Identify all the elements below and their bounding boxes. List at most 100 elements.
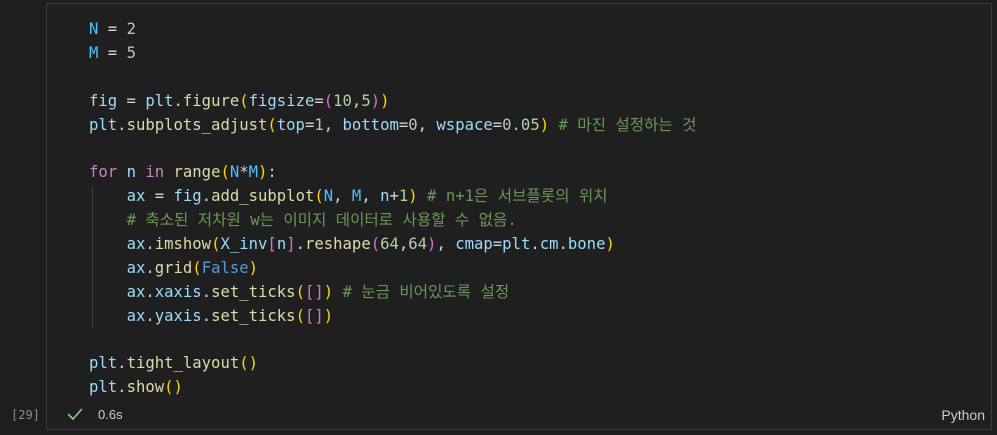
code-token: ,	[323, 115, 343, 134]
code-token: N	[229, 163, 240, 182]
code-token: .	[145, 282, 155, 301]
code-token: .	[145, 306, 155, 325]
code-token: add_subplot	[211, 187, 315, 206]
code-token: plt	[502, 235, 531, 254]
code-token: ]	[314, 306, 324, 325]
code-token: ax	[126, 282, 146, 301]
code-token: 0.05	[502, 115, 540, 134]
code-token: ,	[436, 235, 456, 254]
code-token: 1	[398, 187, 409, 206]
code-token: N	[323, 187, 334, 206]
code-token: cmap	[455, 235, 493, 254]
code-token: +	[389, 187, 399, 206]
cell-language-button[interactable]: Python	[941, 407, 985, 423]
code-token: .	[201, 187, 212, 206]
code-token: for	[89, 163, 118, 182]
code-token: False	[201, 258, 249, 277]
code-line: plt.subplots_adjust(top=1, bottom=0, wsp…	[89, 114, 696, 138]
code-line: ax = fig.add_subplot(N, M, n+1) # n+1은 서…	[89, 185, 696, 209]
code-token: )	[323, 282, 334, 301]
code-token: (	[295, 306, 305, 325]
execution-status: 0.6s	[66, 405, 123, 423]
code-token: 2	[126, 20, 136, 38]
code-token: # 축소된 저차원 w는 이미지 데이터로 사용할 수 없음.	[126, 211, 517, 230]
code-token: n	[126, 163, 136, 182]
code-token: .	[173, 91, 183, 110]
code-token: 5	[126, 43, 136, 62]
code-token: ax	[126, 258, 146, 277]
code-token: [	[304, 306, 315, 325]
code-token: subplots_adjust	[126, 115, 268, 134]
code-token: 10	[333, 91, 352, 110]
code-token: =	[398, 115, 409, 134]
code-token: M	[248, 163, 259, 182]
code-token: )	[380, 91, 390, 110]
code-token: reshape	[304, 235, 371, 254]
code-token: (	[239, 354, 249, 373]
code-token: *	[239, 163, 249, 182]
code-token: ax	[126, 235, 146, 254]
code-line: ax.grid(False)	[89, 257, 696, 281]
code-token: (	[323, 91, 334, 110]
code-token: in	[145, 163, 165, 182]
code-token: )	[605, 235, 615, 254]
code-token: tight_layout	[126, 354, 240, 373]
code-token: =	[145, 187, 174, 206]
code-token: .	[145, 235, 155, 254]
code-token: N	[89, 20, 99, 38]
code-token: [	[304, 282, 315, 301]
code-token: range	[173, 163, 221, 182]
code-token: (	[220, 163, 230, 182]
code-token: (	[295, 282, 305, 301]
code-token: ,	[361, 187, 381, 206]
code-token: (	[192, 258, 202, 277]
code-token: plt	[89, 354, 118, 373]
code-token: (	[239, 91, 249, 110]
code-token: (	[314, 187, 324, 206]
code-token: )	[539, 115, 550, 134]
code-line: ax.imshow(X_inv[n].reshape(64,64), cmap=…	[89, 233, 696, 257]
code-editor[interactable]: N = 2 M = 5 fig = plt.figure(figsize=(10,…	[89, 18, 696, 400]
code-token: # n+1은 서브플롯의 위치	[417, 187, 608, 206]
code-token: bottom	[342, 115, 399, 134]
code-token: wspace	[436, 115, 493, 134]
code-token: # 마진 설정하는 것	[549, 115, 697, 134]
code-token: :	[267, 163, 277, 182]
code-token: yaxis	[154, 306, 202, 325]
code-token: plt	[145, 91, 174, 110]
code-token: plt	[89, 115, 118, 134]
code-token: ax	[126, 306, 146, 325]
code-token: ax	[126, 187, 146, 206]
code-token: )	[248, 258, 259, 277]
code-line: for n in range(N*M):	[89, 161, 696, 185]
code-token: cm	[539, 235, 559, 254]
code-token: X_inv	[220, 235, 268, 254]
execution-duration: 0.6s	[98, 406, 123, 422]
code-token: xaxis	[154, 282, 202, 301]
code-token: fig	[173, 187, 202, 206]
code-token: .	[201, 306, 212, 325]
code-line: ax.xaxis.set_ticks([]) # 눈금 비어있도록 설정	[89, 281, 696, 305]
code-token: top	[276, 115, 305, 134]
code-token: )	[370, 91, 381, 110]
code-line: fig = plt.figure(figsize=(10,5))	[89, 90, 696, 114]
code-token: =	[492, 235, 503, 254]
code-token: n	[276, 235, 287, 254]
code-token: .	[558, 235, 568, 254]
code-token: ,	[333, 187, 352, 206]
notebook-view: N = 2 M = 5 fig = plt.figure(figsize=(10,…	[0, 0, 997, 435]
code-token: .	[117, 115, 127, 134]
code-token: 64	[408, 235, 428, 254]
code-token: (	[267, 115, 277, 134]
code-token: .	[295, 235, 305, 254]
